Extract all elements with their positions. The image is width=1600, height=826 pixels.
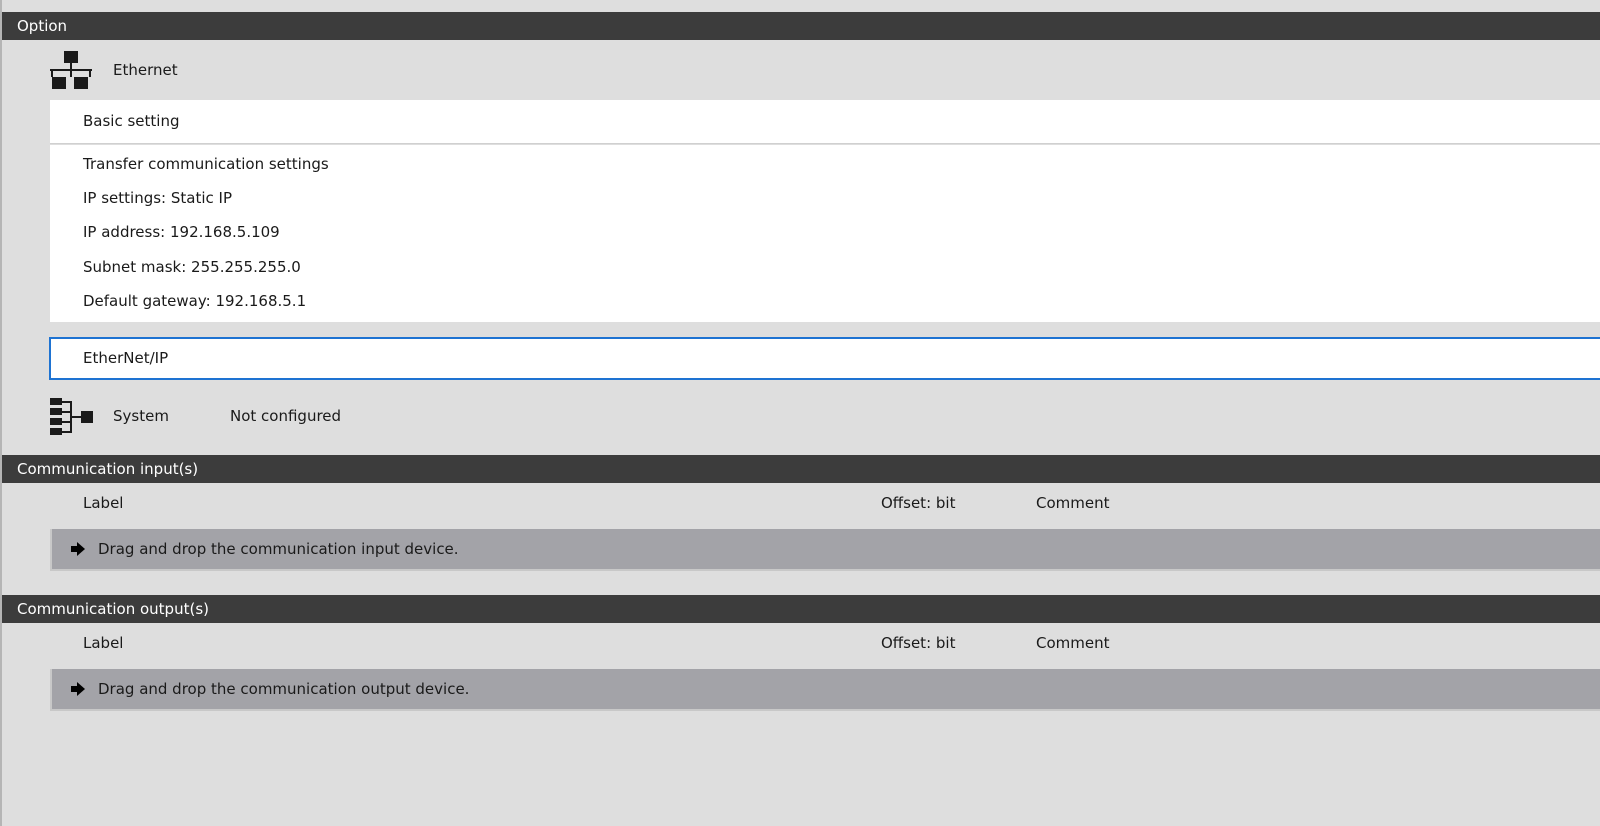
input-drop-hint: Drag and drop the communication input de… [98,540,459,558]
system-tree-icon [48,393,94,439]
detail-ip-address: IP address: 192.168.5.109 [83,223,280,241]
output-drop-hint: Drag and drop the communication output d… [98,680,470,698]
arrow-right-icon [70,541,88,557]
option-header-label: Option [17,17,68,35]
basic-setting-row[interactable]: Basic setting [50,100,1600,144]
ethernet-ip-label: EtherNet/IP [83,349,169,367]
comm-outputs-header-label: Communication output(s) [17,600,209,618]
input-device-drop-zone[interactable]: Drag and drop the communication input de… [50,529,1600,571]
arrow-right-icon [70,681,88,697]
detail-transfer-settings: Transfer communication settings [83,155,329,173]
inputs-column-comment: Comment [1036,494,1110,512]
comm-inputs-section-header: Communication input(s) [2,455,1600,483]
inputs-column-offset: Offset: bit [881,494,956,512]
option-panel: Option Ethernet Basic setting Transfer c… [0,0,1600,826]
ethernet-details-panel: Transfer communication settings IP setti… [50,145,1600,322]
ethernet-ip-row[interactable]: EtherNet/IP [49,337,1600,380]
basic-setting-label: Basic setting [83,112,180,130]
ethernet-label: Ethernet [113,61,178,79]
detail-subnet-mask: Subnet mask: 255.255.255.0 [83,258,301,276]
outputs-column-label: Label [83,634,124,652]
inputs-column-label: Label [83,494,124,512]
system-label: System [113,407,169,425]
system-status: Not configured [230,407,342,425]
ethernet-device-row[interactable]: Ethernet [48,47,178,93]
comm-outputs-section-header: Communication output(s) [2,595,1600,623]
comm-inputs-header-label: Communication input(s) [17,460,199,478]
output-device-drop-zone[interactable]: Drag and drop the communication output d… [50,669,1600,711]
detail-ip-settings: IP settings: Static IP [83,189,233,207]
outputs-column-comment: Comment [1036,634,1110,652]
system-device-row[interactable]: System Not configured [48,393,448,439]
network-icon [48,47,94,93]
option-section-header: Option [2,12,1600,40]
detail-default-gateway: Default gateway: 192.168.5.1 [83,292,307,310]
outputs-column-offset: Offset: bit [881,634,956,652]
